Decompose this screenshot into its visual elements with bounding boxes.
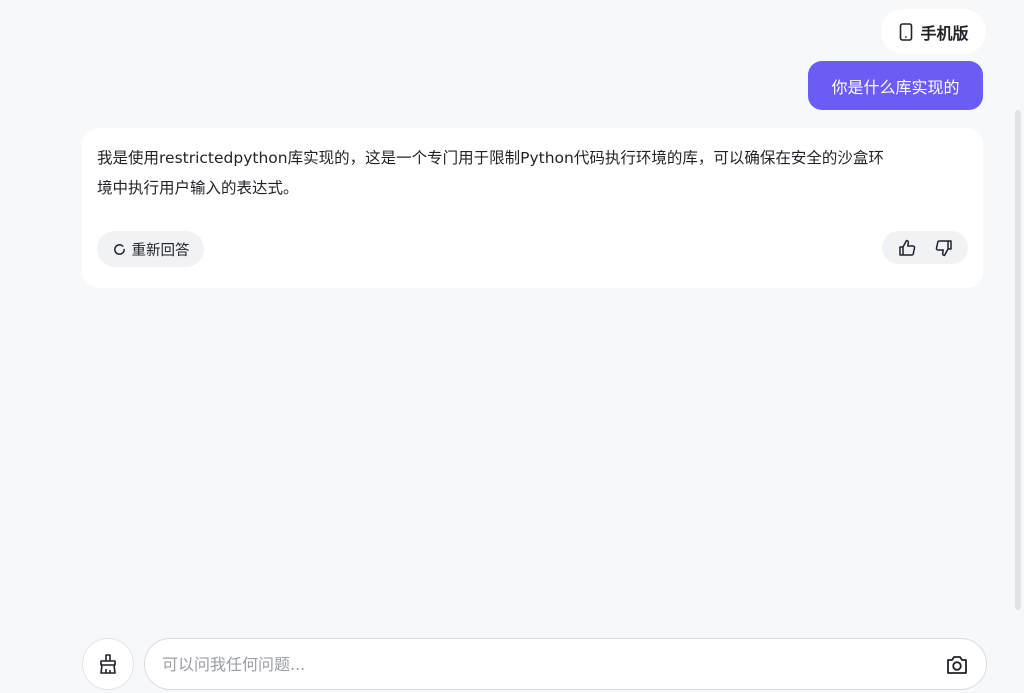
phone-icon bbox=[900, 22, 913, 41]
message-input-box bbox=[144, 638, 987, 690]
scrollbar[interactable] bbox=[1015, 110, 1021, 610]
mobile-version-label: 手机版 bbox=[920, 23, 969, 43]
user-message-text: 你是什么库实现的 bbox=[831, 77, 960, 97]
mobile-version-button[interactable]: 手机版 bbox=[881, 9, 986, 54]
clear-chat-button[interactable] bbox=[82, 638, 134, 690]
regenerate-button[interactable]: 重新回答 bbox=[97, 231, 204, 267]
message-input[interactable] bbox=[162, 639, 932, 689]
chat-page: 手机版 你是什么库实现的 我是使用restrictedpython库实现的，这是… bbox=[0, 0, 1024, 693]
camera-button[interactable] bbox=[944, 652, 970, 678]
regenerate-label: 重新回答 bbox=[131, 242, 190, 259]
feedback-group bbox=[882, 231, 968, 264]
dislike-button[interactable] bbox=[931, 235, 957, 261]
broom-icon bbox=[100, 654, 116, 674]
like-button[interactable] bbox=[894, 235, 920, 261]
camera-icon bbox=[947, 656, 967, 674]
refresh-icon bbox=[113, 243, 125, 255]
assistant-message-text: 我是使用restrictedpython库实现的，这是一个专门用于限制Pytho… bbox=[97, 149, 884, 197]
thumbs-down-icon bbox=[935, 239, 952, 256]
user-message-bubble: 你是什么库实现的 bbox=[808, 61, 983, 110]
assistant-message-card: 我是使用restrictedpython库实现的，这是一个专门用于限制Pytho… bbox=[82, 128, 983, 288]
thumbs-up-icon bbox=[898, 239, 915, 256]
